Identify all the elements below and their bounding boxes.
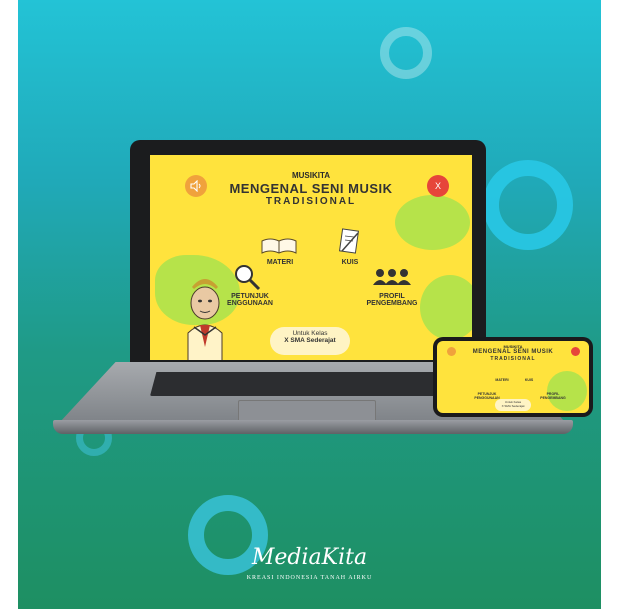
green-blob-right [420,275,472,340]
right-ring-decoration [483,160,573,250]
phone-menu-profil[interactable]: PROFIL PENGEMBANG [533,392,573,400]
brand-tagline: KREASI INDONESIA TANAH AIRKU [246,575,373,581]
quiz-paper-icon [338,228,360,254]
laptop-base [53,420,573,434]
menu-profil-line2: PENGEMBANG [366,300,418,308]
laptop-keyboard [150,372,470,396]
phone-app-title-line1: MENGENAL SENI MUSIK [472,349,554,355]
brand-logo: MediaKita [251,545,368,570]
phone-class-badge-line2: X SMA Sederajat [501,404,525,408]
menu-materi[interactable]: MATERI [255,259,305,266]
phone-menu-kuis[interactable]: KUIS [519,378,539,383]
phone-app-title-line2: TRADISIONAL [490,356,536,362]
class-badge-line2: X SMA Sederajat [284,337,336,344]
app-title-line1: MENGENAL SENI MUSIK [229,181,393,196]
magnifier-icon [235,265,261,291]
phone-screen: MUSIKITA MENGENAL SENI MUSIK TRADISIONAL… [437,341,589,413]
phone-menu-materi[interactable]: MATERI [487,378,517,383]
app-subtitle: MUSIKITA [291,171,331,180]
phone-class-badge: Untuk Kelas X SMA Sederajat [495,399,531,411]
menu-profil-line1: PROFIL [379,293,405,300]
menu-profil[interactable]: PROFIL PENGEMBANG [360,293,424,308]
app-screen: X MUSIKITA MENGENAL SENI MUSIK TRADISION… [150,155,472,360]
menu-kuis[interactable]: KUIS [330,259,370,266]
book-icon [261,238,297,254]
app-title-line2: TRADISIONAL [265,196,357,207]
top-ring-decoration [380,27,432,79]
class-badge: Untuk Kelas X SMA Sederajat [270,327,350,355]
character-illustration [187,279,223,360]
phone-blob [547,371,587,411]
people-icon [373,269,411,285]
class-badge-line1: Untuk Kelas [292,330,328,337]
phone-menu-profil-line2: PENGEMBANG [540,395,566,400]
laptop-touchpad [238,400,376,422]
